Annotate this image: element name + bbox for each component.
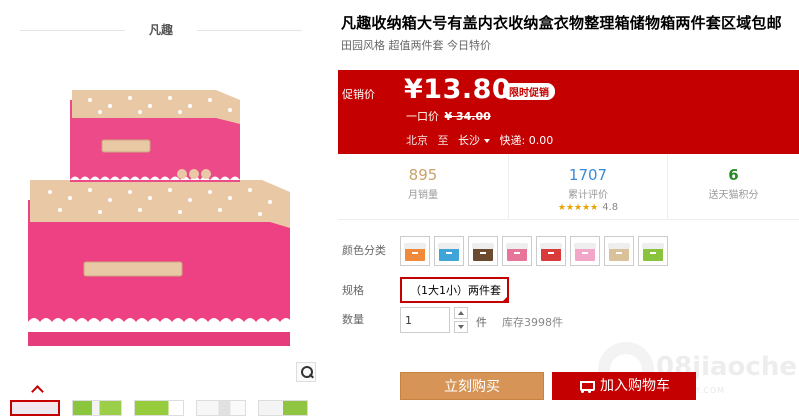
swatch-lid <box>438 243 460 249</box>
main-product-image[interactable] <box>20 60 302 380</box>
swatch-lid <box>540 243 562 249</box>
thumbnail[interactable] <box>134 400 184 416</box>
thumbnail[interactable] <box>10 400 60 416</box>
swatch-box <box>405 247 425 261</box>
star-icons: ★★★★★ <box>557 203 599 213</box>
swatch-handle <box>514 252 520 254</box>
zoom-icon[interactable] <box>296 362 316 382</box>
color-label: 颜色分类 <box>342 244 386 257</box>
thumbnail[interactable] <box>258 400 308 416</box>
swatch-box <box>575 247 595 261</box>
color-swatch[interactable] <box>604 236 634 266</box>
ship-destination-select[interactable]: 长沙 <box>458 134 480 147</box>
rating-stars: ★★★★★ 4.8 <box>509 202 667 213</box>
total-reviews[interactable]: 1707 累计评价 ★★★★★ 4.8 <box>508 154 668 220</box>
ship-to-word: 至 <box>437 134 449 147</box>
swatch-box <box>473 247 493 261</box>
original-price-row: 一口价 ¥ 34.00 <box>406 108 491 124</box>
shipping-fee-label: 快递: <box>499 134 526 147</box>
color-swatch[interactable] <box>536 236 566 266</box>
total-reviews-label: 累计评价 <box>568 190 608 201</box>
color-swatch[interactable] <box>434 236 464 266</box>
stock-count: 库存3998件 <box>502 316 563 329</box>
swatch-lid <box>574 243 596 249</box>
monthly-sales-label: 月销量 <box>408 190 438 201</box>
swatch-lid <box>472 243 494 249</box>
product-subtitle: 田园风格 超值两件套 今日特价 <box>341 39 491 52</box>
swatch-lid <box>506 243 528 249</box>
color-swatch[interactable] <box>570 236 600 266</box>
tmall-points-label: 送天猫积分 <box>708 190 759 201</box>
color-swatch[interactable] <box>638 236 668 266</box>
shipping-row: 北京 至 长沙 快递: 0.00 <box>406 132 553 148</box>
promo-price: ¥13.80 <box>404 74 512 105</box>
ship-from: 北京 <box>406 134 428 147</box>
quantity-increase-icon[interactable] <box>454 307 468 319</box>
promo-price-label: 促销价 <box>342 88 375 101</box>
divider <box>197 30 302 31</box>
swatch-lid <box>404 243 426 249</box>
swatch-box <box>609 247 629 261</box>
total-reviews-value[interactable]: 1707 <box>509 166 667 184</box>
spec-option-selected[interactable]: （1大1小）两件套 <box>400 277 509 303</box>
thumbnail[interactable] <box>72 400 122 416</box>
swatch-box <box>541 247 561 261</box>
color-swatches <box>400 236 680 268</box>
product-info: 凡趣收纳箱大号有盖内衣收纳盒衣物整理箱储物箱两件套区域包邮 田园风格 超值两件套… <box>338 0 799 416</box>
swatch-lid <box>642 243 664 249</box>
color-swatch[interactable] <box>502 236 532 266</box>
quantity-input[interactable] <box>400 307 450 333</box>
stats-bar: 895 月销量 1707 累计评价 ★★★★★ 4.8 6 送天猫积分 <box>338 154 799 220</box>
color-swatch[interactable] <box>468 236 498 266</box>
thumbnail-strip <box>10 400 310 416</box>
tmall-points: 6 送天猫积分 <box>668 154 799 220</box>
chevron-down-icon[interactable] <box>484 138 490 143</box>
original-price-label: 一口价 <box>406 110 439 123</box>
image-gallery: 凡趣 <box>0 0 322 416</box>
quantity-label: 数量 <box>342 313 364 326</box>
swatch-box <box>439 247 459 261</box>
swatch-handle <box>582 252 588 254</box>
buy-now-button[interactable]: 立刻购买 <box>400 372 544 400</box>
swatch-box <box>507 247 527 261</box>
thumbnail[interactable] <box>196 400 246 416</box>
swatch-handle <box>548 252 554 254</box>
promo-badge: 限时促销 <box>503 83 555 100</box>
monthly-sales: 895 月销量 <box>338 154 508 220</box>
price-panel: 促销价 ¥13.80 限时促销 一口价 ¥ 34.00 北京 至 长沙 快递: … <box>338 70 799 154</box>
swatch-lid <box>608 243 630 249</box>
tmall-points-value: 6 <box>728 166 739 184</box>
swatch-handle <box>650 252 656 254</box>
swatch-handle <box>412 252 418 254</box>
quantity-decrease-icon[interactable] <box>454 321 468 333</box>
spec-label: 规格 <box>342 284 364 297</box>
color-swatch[interactable] <box>400 236 430 266</box>
add-to-cart-label: 加入购物车 <box>600 378 670 394</box>
chevron-up-icon[interactable] <box>30 384 44 394</box>
swatch-handle <box>480 252 486 254</box>
brand-header: 凡趣 <box>20 20 302 40</box>
shipping-fee: 0.00 <box>528 134 554 147</box>
add-to-cart-button[interactable]: 加入购物车 <box>552 372 696 400</box>
swatch-box <box>643 247 663 261</box>
cart-icon <box>578 380 595 393</box>
rating-score: 4.8 <box>602 202 619 213</box>
product-title: 凡趣收纳箱大号有盖内衣收纳盒衣物整理箱储物箱两件套区域包邮 <box>341 14 782 32</box>
monthly-sales-value: 895 <box>408 166 438 184</box>
swatch-handle <box>616 252 622 254</box>
quantity-unit: 件 <box>476 316 487 329</box>
swatch-handle <box>446 252 452 254</box>
original-price: ¥ 34.00 <box>444 110 491 123</box>
